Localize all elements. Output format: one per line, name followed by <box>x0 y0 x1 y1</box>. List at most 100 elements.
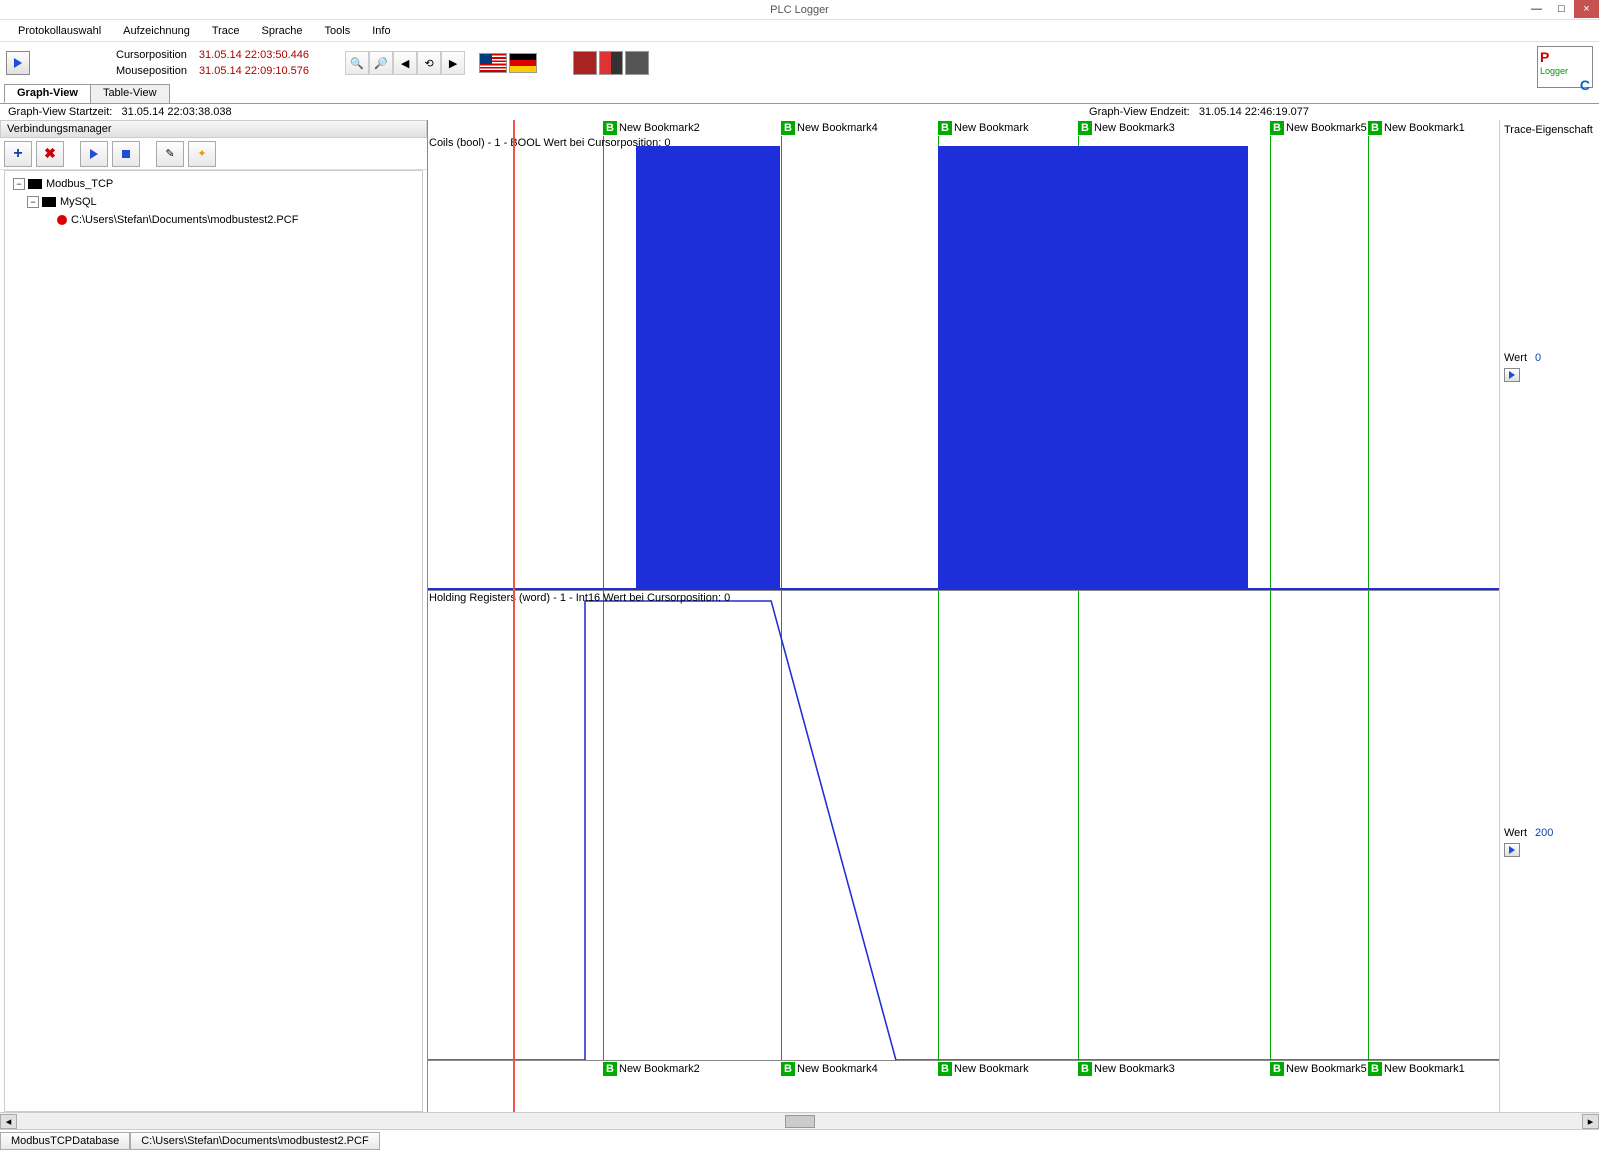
status-database[interactable]: ModbusTCPDatabase <box>0 1132 130 1150</box>
bookmark[interactable]: BNew Bookmark4 <box>781 120 878 136</box>
tree-node-mysql[interactable]: − MySQL <box>5 193 422 211</box>
x-icon: ✖ <box>44 145 56 162</box>
nav-right-button[interactable]: ▶ <box>441 51 465 75</box>
track-coils[interactable]: Coils (bool) - 1 - BOOL Wert bei Cursorp… <box>428 136 1499 591</box>
tree-toggle-icon[interactable]: − <box>13 178 25 190</box>
menu-trace[interactable]: Trace <box>202 22 250 40</box>
bookmark-icon: B <box>781 1062 795 1076</box>
track-play-button[interactable] <box>1504 368 1520 382</box>
bookmark[interactable]: BNew Bookmark3 <box>1078 1061 1175 1077</box>
star-icon: ✦ <box>197 147 206 160</box>
bookmark-icon: B <box>1368 121 1382 135</box>
color-redblack-button[interactable] <box>599 51 623 75</box>
bookmark-label: New Bookmark4 <box>797 1063 878 1075</box>
bookmark-icon: B <box>938 1062 952 1076</box>
bookmark[interactable]: BNew Bookmark <box>938 120 1029 136</box>
bookmark-icon: B <box>1078 1062 1092 1076</box>
bookmark-icon: B <box>1270 1062 1284 1076</box>
bookmark[interactable]: BNew Bookmark5 <box>1270 120 1367 136</box>
bookmark-label: New Bookmark2 <box>619 1063 700 1075</box>
graph-main[interactable]: BNew Bookmark2BNew Bookmark4BNew Bookmar… <box>428 120 1499 1112</box>
bookmark-line <box>603 136 604 590</box>
bookmark[interactable]: BNew Bookmark2 <box>603 120 700 136</box>
run-button[interactable] <box>80 141 108 167</box>
language-group <box>479 53 539 73</box>
menu-aufzeichnung[interactable]: Aufzeichnung <box>113 22 200 40</box>
horizontal-scrollbar[interactable]: ◂ ▸ <box>0 1112 1599 1129</box>
scroll-thumb[interactable] <box>785 1115 815 1128</box>
zoom-in-button[interactable]: 🔍 <box>345 51 369 75</box>
sidebar-toolbar: + ✖ ✎ ✦ <box>0 138 427 170</box>
cursor-line[interactable] <box>513 120 515 1112</box>
color-gray-button[interactable] <box>625 51 649 75</box>
bookmark[interactable]: BNew Bookmark4 <box>781 1061 878 1077</box>
play-icon <box>1509 371 1515 379</box>
play-button[interactable] <box>6 51 30 75</box>
bookmark-line <box>781 136 782 590</box>
window-title: PLC Logger <box>770 4 829 16</box>
scroll-right-button[interactable]: ▸ <box>1582 1114 1599 1129</box>
play-icon <box>1509 846 1515 854</box>
flag-us-icon[interactable] <box>479 53 507 73</box>
delete-button[interactable]: ✖ <box>36 141 64 167</box>
menu-tools[interactable]: Tools <box>315 22 361 40</box>
edit-button[interactable]: ✎ <box>156 141 184 167</box>
bookmark-label: New Bookmark <box>954 1063 1029 1075</box>
tab-graph-view[interactable]: Graph-View <box>4 84 91 103</box>
database-icon <box>42 197 56 207</box>
nav-reset-button[interactable]: ⟲ <box>417 51 441 75</box>
menu-protokollauswahl[interactable]: Protokollauswahl <box>8 22 111 40</box>
menu-sprache[interactable]: Sprache <box>252 22 313 40</box>
bookmark-icon: B <box>1368 1062 1382 1076</box>
stop-button[interactable] <box>112 141 140 167</box>
tree-label: MySQL <box>60 196 97 208</box>
bookmark-label: New Bookmark5 <box>1286 122 1367 134</box>
time-info-bar: Graph-View Startzeit: 31.05.14 22:03:38.… <box>0 104 1599 120</box>
tree-label: Modbus_TCP <box>46 178 113 190</box>
bookmark-label: New Bookmark2 <box>619 122 700 134</box>
bookmark[interactable]: BNew Bookmark1 <box>1368 120 1465 136</box>
start-time-value: 31.05.14 22:03:38.038 <box>122 106 232 118</box>
signal-baseline <box>428 588 1499 590</box>
bookmark[interactable]: BNew Bookmark1 <box>1368 1061 1465 1077</box>
maximize-button[interactable]: □ <box>1549 0 1574 18</box>
color-red-button[interactable] <box>573 51 597 75</box>
view-tabs: Graph-View Table-View <box>0 84 1599 104</box>
tree-node-file[interactable]: C:\Users\Stefan\Documents\modbustest2.PC… <box>5 211 422 229</box>
tree-node-modbus[interactable]: − Modbus_TCP <box>5 175 422 193</box>
pencil-icon: ✎ <box>165 147 174 160</box>
track-play-button[interactable] <box>1504 843 1520 857</box>
track-label: Holding Registers (word) - 1 - Int16 Wer… <box>429 592 730 604</box>
minimize-button[interactable]: — <box>1524 0 1549 18</box>
wert-label: Wert <box>1504 352 1527 364</box>
cursor-position-label: Cursorposition <box>116 49 187 61</box>
status-file[interactable]: C:\Users\Stefan\Documents\modbustest2.PC… <box>130 1132 379 1150</box>
color-group <box>573 51 651 75</box>
bookmark-label: New Bookmark1 <box>1384 122 1465 134</box>
add-button[interactable]: + <box>4 141 32 167</box>
bookmark-line <box>1368 136 1369 590</box>
bookmark[interactable]: BNew Bookmark <box>938 1061 1029 1077</box>
bookmark-icon: B <box>603 1062 617 1076</box>
clear-button[interactable]: ✦ <box>188 141 216 167</box>
bookmark[interactable]: BNew Bookmark5 <box>1270 1061 1367 1077</box>
connection-tree: − Modbus_TCP − MySQL C:\Users\Stefan\Doc… <box>4 170 423 1112</box>
track-holding-registers[interactable]: Holding Registers (word) - 1 - Int16 Wer… <box>428 591 1499 1061</box>
analog-signal-chart <box>428 591 1499 1060</box>
tree-toggle-icon[interactable]: − <box>27 196 39 208</box>
bookmark-line <box>1270 136 1271 590</box>
flag-de-icon[interactable] <box>509 53 537 73</box>
wert-value-2: 200 <box>1535 827 1553 839</box>
scroll-left-button[interactable]: ◂ <box>0 1114 17 1129</box>
bookmark[interactable]: BNew Bookmark2 <box>603 1061 700 1077</box>
close-button[interactable]: × <box>1574 0 1599 18</box>
stop-icon <box>122 150 130 158</box>
zoom-out-button[interactable]: 🔎 <box>369 51 393 75</box>
window-controls: — □ × <box>1524 0 1599 18</box>
menu-info[interactable]: Info <box>362 22 400 40</box>
bookmark[interactable]: BNew Bookmark3 <box>1078 120 1175 136</box>
tab-table-view[interactable]: Table-View <box>90 84 170 103</box>
mouse-position-label: Mouseposition <box>116 65 187 77</box>
trace-properties: Trace-Eigenschaft Wert 0 Wert 200 <box>1499 120 1599 1112</box>
nav-left-button[interactable]: ◀ <box>393 51 417 75</box>
